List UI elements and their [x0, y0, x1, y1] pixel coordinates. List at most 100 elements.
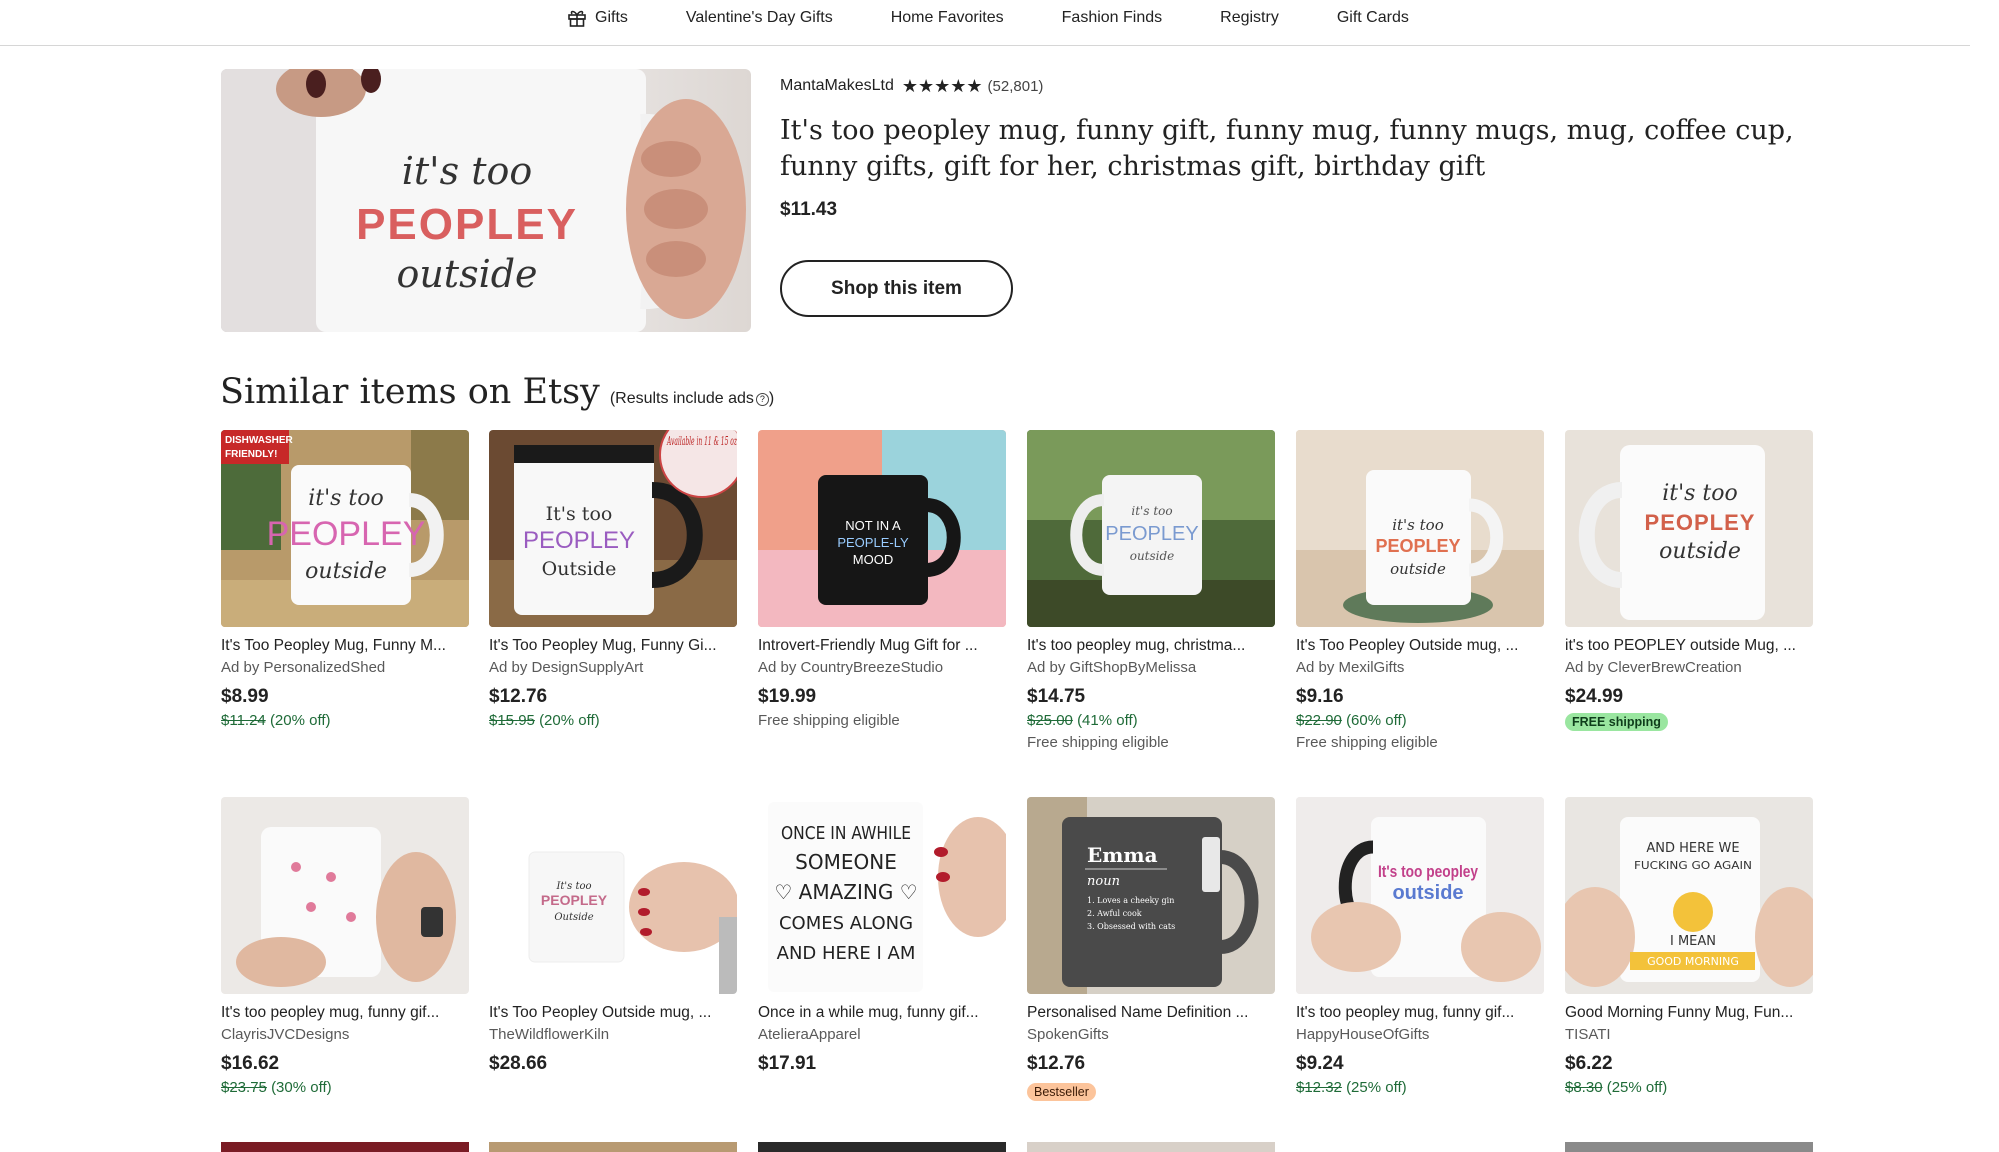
product-price: $24.99 [1565, 686, 1624, 707]
top-nav: Gifts Valentine's Day Gifts Home Favorit… [0, 0, 1970, 46]
product-thumbnail[interactable]: It's too PEOPLEY Outside [489, 797, 737, 994]
product-shop: Ad by DesignSupplyArt [489, 659, 644, 676]
product-title[interactable]: it's too PEOPLEY outside Mug, ... [1565, 637, 1813, 658]
thumb-text: PEOPLEY [523, 527, 635, 554]
product-title[interactable]: Once in a while mug, funny gif... [758, 1004, 1006, 1025]
thumb-text: AND HERE WE [1646, 841, 1739, 856]
product-discount: $8.30 (25% off) [1565, 1079, 1813, 1099]
product-shop: Ad by GiftShopByMelissa [1027, 659, 1197, 676]
original-price: $11.24 [221, 712, 266, 729]
product-title[interactable]: It's Too Peopley Outside mug, ... [1296, 637, 1544, 658]
shop-this-item-button[interactable]: Shop this item [780, 260, 1013, 317]
product-price: $28.66 [489, 1053, 548, 1074]
product-price: $9.16 [1296, 686, 1344, 707]
thumb-text: Outside [554, 912, 593, 923]
product-thumbnail-partial[interactable] [758, 1142, 1006, 1152]
info-icon[interactable]: ? [755, 393, 769, 406]
product-thumbnail[interactable]: It's too peopley outside [1296, 797, 1544, 994]
original-price: $23.75 [221, 1079, 267, 1096]
product-price: $14.75 [1027, 686, 1086, 707]
nav-item-home-favorites[interactable]: Home Favorites [891, 9, 1004, 27]
product-card[interactable]: it's too PEOPLEY outside it's too PEOPLE… [1565, 430, 1813, 731]
thumb-text: it's too [308, 486, 384, 511]
product-card[interactable]: AND HERE WE FUCKING GO AGAIN I MEAN GOOD… [1565, 797, 1813, 1099]
product-card[interactable]: Emma noun 1. Loves a cheeky gin 2. Awful… [1027, 797, 1275, 1101]
thumb-text: MOOD [853, 552, 893, 567]
ads-note[interactable]: (Results include ads?) [610, 390, 774, 408]
product-title[interactable]: It's too peopley mug, funny gif... [221, 1004, 469, 1025]
product-thumbnail[interactable]: Available in 11 & 15 oz It's too PEOPLEY… [489, 430, 737, 627]
product-card[interactable]: NOT IN A PEOPLE-LY MOOD Introvert-Friend… [758, 430, 1006, 732]
product-thumbnail-partial[interactable] [221, 1142, 469, 1152]
thumb-text: GOOD MORNING [1647, 955, 1739, 968]
product-shop: HappyHouseOfGifts [1296, 1026, 1430, 1043]
product-title[interactable]: Good Morning Funny Mug, Fun... [1565, 1004, 1813, 1025]
nav-item-fashion-finds[interactable]: Fashion Finds [1062, 9, 1163, 27]
discount-percent: (60% off) [1346, 712, 1407, 729]
product-title[interactable]: It's Too Peopley Mug, Funny M... [221, 637, 469, 658]
free-shipping-badge: FREE shipping [1565, 713, 1668, 731]
hero-product-image[interactable]: it's too PEOPLEY outside [221, 69, 751, 332]
discount-percent: (41% off) [1077, 712, 1138, 729]
product-thumbnail[interactable]: Emma noun 1. Loves a cheeky gin 2. Awful… [1027, 797, 1275, 994]
product-thumbnail-partial[interactable] [1565, 1142, 1813, 1152]
nav-item-registry[interactable]: Registry [1220, 9, 1279, 27]
product-thumbnail[interactable] [221, 797, 469, 994]
product-shop: Ad by PersonalizedShed [221, 659, 386, 676]
product-discount: $12.32 (25% off) [1296, 1079, 1544, 1099]
product-shop: SpokenGifts [1027, 1026, 1109, 1043]
review-count[interactable]: (52,801) [988, 78, 1044, 95]
product-thumbnail[interactable]: DISHWASHER FRIENDLY! it's too PEOPLEY ou… [221, 430, 469, 627]
product-discount: $11.24 (20% off) [221, 712, 469, 732]
thumb-text: FUCKING GO AGAIN [1634, 859, 1752, 872]
hero-image-text: it's too [402, 149, 532, 193]
thumb-text: it's too [1392, 516, 1444, 534]
hero-price: $11.43 [780, 199, 838, 220]
nav-item-valentines[interactable]: Valentine's Day Gifts [686, 9, 833, 27]
product-title[interactable]: It's too peopley mug, funny gif... [1296, 1004, 1544, 1025]
product-title[interactable]: It's too peopley mug, christma... [1027, 637, 1275, 658]
thumb-text: outside [1392, 882, 1463, 904]
product-title[interactable]: Personalised Name Definition ... [1027, 1004, 1275, 1025]
svg-text:DISHWASHER: DISHWASHER [225, 435, 294, 446]
nav-item-gifts[interactable]: Gifts [567, 9, 628, 27]
product-card[interactable]: Available in 11 & 15 oz It's too PEOPLEY… [489, 430, 737, 732]
hero-shop-name[interactable]: MantaMakesLtd [780, 77, 894, 95]
product-shop: Ad by CountryBreezeStudio [758, 659, 944, 676]
thumb-text: PEOPLEY [1375, 536, 1460, 556]
product-thumbnail[interactable]: NOT IN A PEOPLE-LY MOOD [758, 430, 1006, 627]
discount-percent: (25% off) [1346, 1079, 1407, 1096]
product-card[interactable]: It's too peopley outside It's too people… [1296, 797, 1544, 1099]
thumb-text: NOT IN A [845, 518, 901, 533]
product-card[interactable]: ONCE IN AWHILE SOMEONE ♡ AMAZING ♡ COMES… [758, 797, 1006, 1077]
product-title[interactable]: It's Too Peopley Outside mug, ... [489, 1004, 737, 1025]
product-thumbnail[interactable]: ONCE IN AWHILE SOMEONE ♡ AMAZING ♡ COMES… [758, 797, 1006, 994]
product-card[interactable]: It's too peopley mug, funny gif... Clayr… [221, 797, 469, 1099]
product-card[interactable]: it's too PEOPLEY outside It's too people… [1027, 430, 1275, 754]
thumb-text: 2. Awful cook [1087, 909, 1142, 918]
thumb-text: PEOPLEY [1105, 523, 1198, 545]
product-thumbnail-partial[interactable] [1027, 1142, 1275, 1152]
product-thumbnail[interactable]: it's too PEOPLEY outside [1296, 430, 1544, 627]
product-price: $9.24 [1296, 1053, 1344, 1074]
hero-image-text: outside [396, 252, 537, 296]
product-thumbnail[interactable]: it's too PEOPLEY outside [1565, 430, 1813, 627]
product-shop: Ad by CleverBrewCreation [1565, 659, 1742, 676]
product-discount: $15.95 (20% off) [489, 712, 737, 732]
hero-product-title[interactable]: It's too peopley mug, funny gift, funny … [780, 113, 1830, 185]
product-card[interactable]: It's too PEOPLEY Outside It's Too People… [489, 797, 737, 1077]
product-card[interactable]: it's too PEOPLEY outside It's Too People… [1296, 430, 1544, 754]
original-price: $25.00 [1027, 712, 1073, 729]
product-price: $12.76 [1027, 1053, 1086, 1074]
product-thumbnail[interactable]: AND HERE WE FUCKING GO AGAIN I MEAN GOOD… [1565, 797, 1813, 994]
thumb-text: 3. Obsessed with cats [1087, 922, 1175, 931]
thumb-text: outside [1659, 539, 1741, 564]
product-title[interactable]: Introvert-Friendly Mug Gift for ... [758, 637, 1006, 658]
nav-item-gift-cards[interactable]: Gift Cards [1337, 9, 1409, 27]
product-shop: AtelieraApparel [758, 1026, 861, 1043]
star-rating-icon: ★★★★★ [901, 75, 983, 96]
product-thumbnail[interactable]: it's too PEOPLEY outside [1027, 430, 1275, 627]
product-thumbnail-partial[interactable] [489, 1142, 737, 1152]
product-card[interactable]: DISHWASHER FRIENDLY! it's too PEOPLEY ou… [221, 430, 469, 732]
product-title[interactable]: It's Too Peopley Mug, Funny Gi... [489, 637, 737, 658]
